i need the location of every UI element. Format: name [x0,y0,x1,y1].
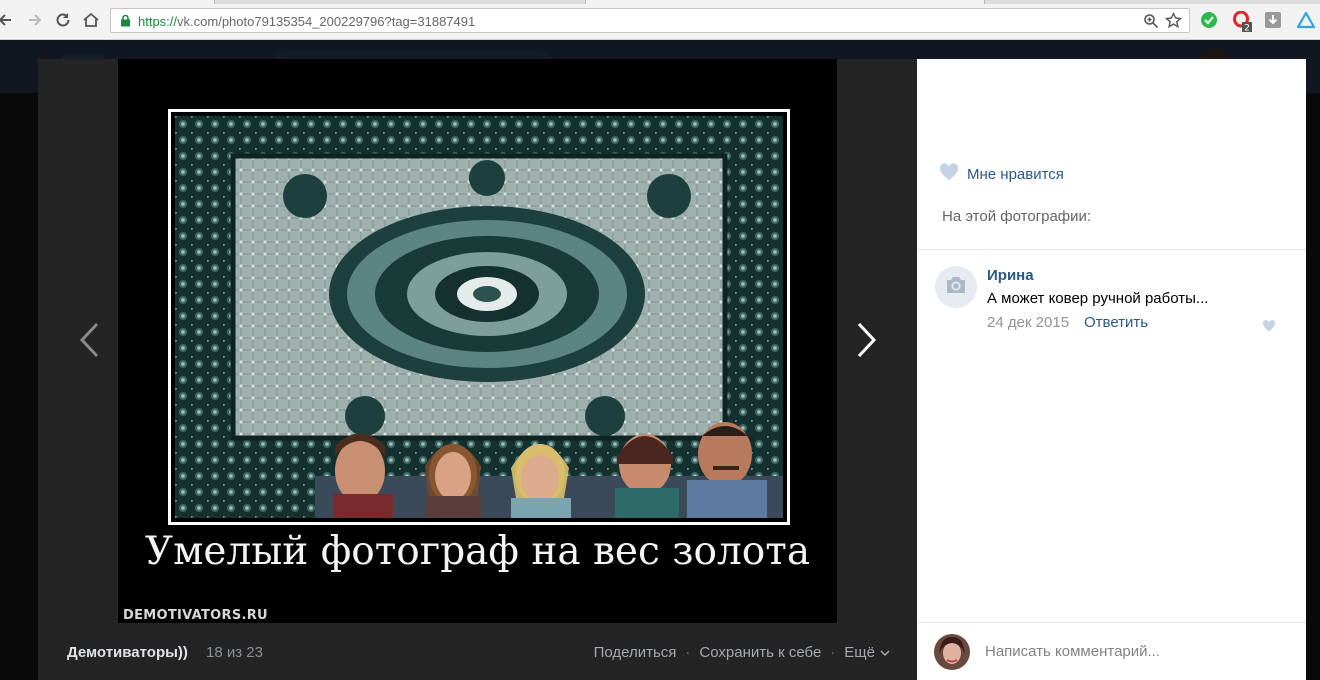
url-path: vk.com/photo79135354_200229796?tag=31887… [177,14,476,29]
chevron-down-icon [880,644,890,661]
viewer-bottom-bar: Демотиваторы)) 18 из 23 Поделиться · Сох… [38,623,917,680]
comment-item: Ирина А может ковер ручной работы... 24 … [917,264,1306,334]
download-icon[interactable] [1264,11,1282,29]
opera-badge: 2 [1244,24,1250,34]
comments-panel: Мне нравится На этой фотографии: Ирина А… [917,59,1306,680]
url-text: https://vk.com/photo79135354_200229796?t… [138,14,475,29]
image-frame [168,109,790,525]
panel-header-area [917,59,1306,139]
separator-dot: · [830,644,836,661]
browser-toolbar: https://vk.com/photo79135354_200229796?t… [0,0,1320,40]
address-bar[interactable]: https://vk.com/photo79135354_200229796?t… [110,8,1190,33]
camera-icon [944,275,968,300]
reload-icon[interactable] [52,9,74,31]
heart-icon [939,163,967,185]
chevron-left-icon [78,321,100,364]
comment-text: А может ковер ручной работы... [987,290,1209,307]
save-button[interactable]: Сохранить к себе [699,644,821,661]
watermark: DEMOTIVATORS.RU [123,608,268,623]
chevron-right-icon [856,321,878,364]
bookmark-star-icon[interactable] [1164,11,1183,34]
tagged-on-photo-label: На этой фотографии: [942,208,1092,225]
photo-actions: Поделиться · Сохранить к себе · Ещё [594,644,890,661]
comment-avatar[interactable] [935,266,977,308]
reply-button[interactable]: Ответить [1084,314,1148,331]
comment-date[interactable]: 24 дек 2015 [987,314,1069,331]
album-link[interactable]: Демотиваторы)) [67,644,188,661]
prev-photo-button[interactable] [74,322,104,362]
more-button[interactable]: Ещё [844,644,890,661]
comment-like-icon[interactable] [1262,319,1276,337]
opera-icon[interactable]: 2 [1233,10,1252,34]
share-button[interactable]: Поделиться [594,644,677,661]
more-label: Ещё [844,644,875,661]
photo-counter: 18 из 23 [206,644,263,661]
like-button[interactable]: Мне нравится [939,163,1064,185]
cloud-sync-icon[interactable] [1296,11,1316,29]
photo-viewer: Умелый фотограф на вес золота DEMOTIVATO… [38,59,917,680]
carpet-photo [175,116,783,518]
back-icon[interactable] [0,9,16,31]
next-photo-button[interactable] [852,322,882,362]
demotivator-caption: Умелый фотограф на вес золота [144,529,811,574]
extension-check-icon[interactable] [1200,11,1218,29]
separator-dot: · [685,644,691,661]
comment-composer: Написать комментарий... [917,622,1306,680]
lock-icon [120,14,131,32]
tab-strip [0,0,1320,4]
like-label: Мне нравится [967,165,1064,183]
current-user-avatar [934,634,970,670]
demotivator-image[interactable]: Умелый фотограф на вес золота DEMOTIVATO… [118,59,837,623]
divider [917,249,1306,250]
forward-icon[interactable] [24,9,46,31]
home-icon[interactable] [80,9,102,31]
zoom-icon[interactable] [1143,13,1159,34]
comment-input[interactable]: Написать комментарий... [985,643,1160,660]
url-scheme: https:// [138,14,178,29]
comment-author[interactable]: Ирина [987,267,1034,284]
